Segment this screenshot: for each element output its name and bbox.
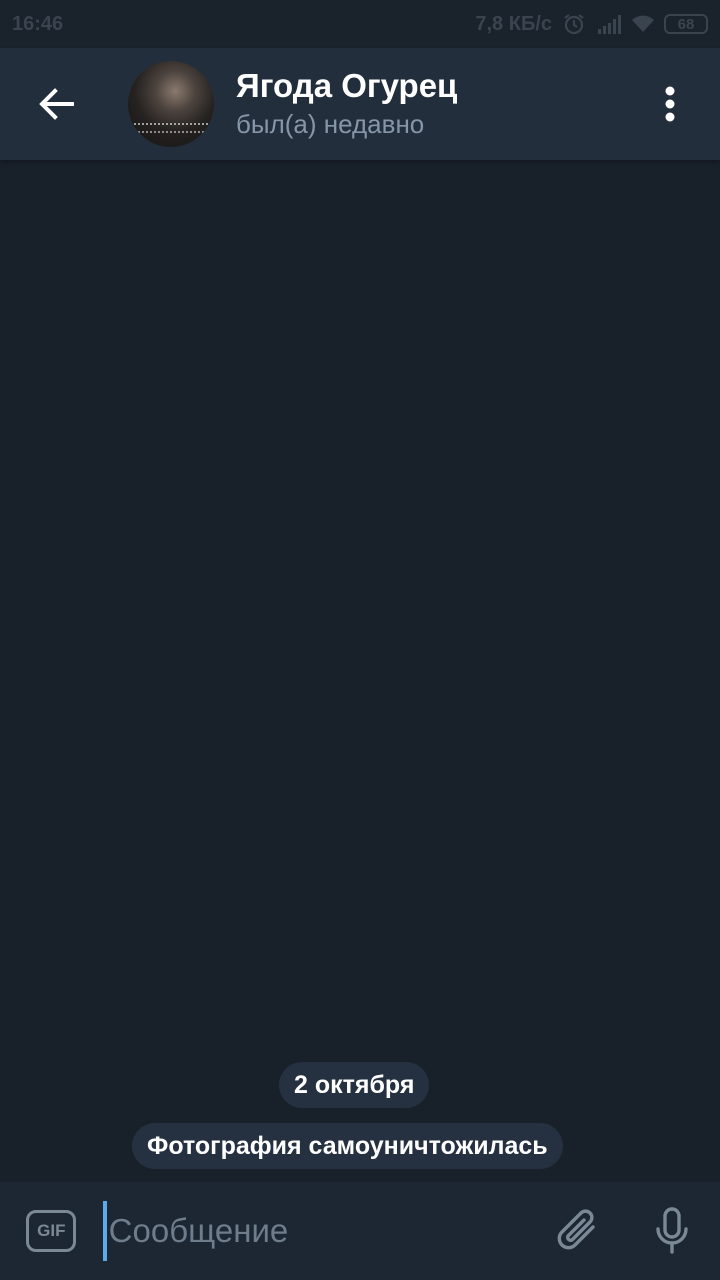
avatar-caption-decoration [134,123,208,133]
message-list[interactable]: 2 октября Фотография самоуничтожилась [0,160,720,1182]
more-options-button[interactable] [620,48,720,160]
status-indicators: 7,8 КБ/с 68 [475,13,708,36]
wifi-icon [630,13,654,35]
back-arrow-icon [39,88,74,120]
voice-record-button[interactable] [625,1182,720,1280]
signal-icon [596,13,621,35]
message-input[interactable] [102,1201,534,1261]
status-bar: 16:46 7,8 КБ/с 68 [0,0,720,48]
telegram-chat-screen: 16:46 7,8 КБ/с 68 Ягода Огурец был(а) не… [0,0,720,1280]
avatar[interactable] [128,61,214,147]
microphone-icon [656,1207,689,1254]
alarm-icon [562,13,586,35]
back-button[interactable] [0,48,112,160]
gif-icon: GIF [26,1210,77,1252]
network-speed: 7,8 КБ/с [475,12,552,35]
contact-status: был(а) недавно [236,109,425,139]
gif-button[interactable]: GIF [0,1182,103,1280]
message-input-bar: GIF [0,1182,720,1280]
battery-icon: 68 [664,14,708,34]
attach-button[interactable] [534,1182,625,1280]
chat-title-block[interactable]: Ягода Огурец был(а) недавно [236,66,457,142]
contact-name: Ягода Огурец [236,67,458,104]
status-time: 16:46 [12,12,64,35]
service-message: Фотография самоуничтожилась [132,1123,563,1169]
paperclip-icon [557,1209,595,1250]
date-separator: 2 октября [279,1062,430,1108]
chat-header: Ягода Огурец был(а) недавно [0,48,720,160]
more-vert-icon [665,86,675,122]
